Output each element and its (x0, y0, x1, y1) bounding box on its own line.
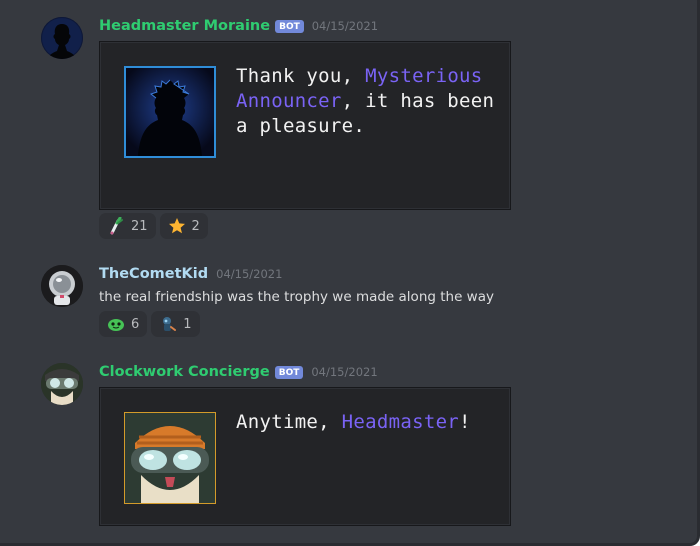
dialogue-card: Thank you, Mysterious Announcer, it has … (99, 41, 511, 210)
timestamp[interactable]: 04/15/2021 (216, 267, 282, 281)
chat-panel: Headmaster Moraine BOT 04/15/2021 Thank … (0, 0, 700, 546)
avatar[interactable] (41, 17, 83, 59)
username[interactable]: Headmaster Moraine (99, 18, 270, 34)
card-text-tail: ! (459, 411, 471, 433)
portrait-image (124, 66, 216, 158)
mention-headmaster: Headmaster (341, 411, 460, 433)
green-blob-emoji-icon (107, 315, 125, 333)
reaction-bar: 6 1 (99, 311, 200, 337)
username[interactable]: TheCometKid (99, 266, 208, 282)
reaction-bar: 21 2 (99, 213, 208, 239)
star-emoji-icon (168, 217, 186, 235)
goggles-avatar-icon (41, 363, 83, 405)
message-header: Headmaster Moraine BOT 04/15/2021 (99, 16, 378, 36)
leek-emoji-icon (107, 216, 125, 235)
avatar[interactable] (41, 363, 83, 405)
bot-tag: BOT (275, 19, 304, 33)
card-text-lead: Anytime, (236, 411, 342, 433)
reaction-green-blob[interactable]: 6 (99, 311, 148, 337)
helmet-avatar-icon (41, 265, 83, 307)
reaction-count: 21 (131, 218, 148, 234)
card-text: Thank you, Mysterious Announcer, it has … (236, 64, 496, 139)
reaction-star[interactable]: 2 (159, 213, 208, 239)
shadow-figure-icon (126, 68, 214, 156)
reaction-count: 6 (131, 316, 140, 332)
silhouette-avatar-icon (41, 17, 83, 59)
card-text: Anytime, Headmaster! (236, 410, 496, 435)
diver-emoji-icon (159, 315, 177, 333)
username[interactable]: Clockwork Concierge (99, 364, 270, 380)
message-header: Clockwork Concierge BOT 04/15/2021 (99, 362, 378, 382)
card-text-lead: Thank you, (236, 65, 366, 87)
message-headmaster-moraine: Headmaster Moraine BOT 04/15/2021 Thank … (0, 0, 697, 250)
timestamp[interactable]: 04/15/2021 (311, 365, 377, 379)
portrait-image (124, 412, 216, 504)
message-text: the real friendship was the trophy we ma… (99, 289, 494, 305)
goggled-character-icon (125, 413, 215, 503)
reaction-leek[interactable]: 21 (99, 213, 156, 239)
dialogue-card: Anytime, Headmaster! (99, 387, 511, 526)
reaction-count: 2 (191, 218, 200, 234)
avatar[interactable] (41, 265, 83, 307)
reaction-diver[interactable]: 1 (151, 311, 200, 337)
bot-tag: BOT (274, 365, 304, 379)
message-header: TheCometKid 04/15/2021 (99, 264, 282, 284)
reaction-count: 1 (183, 316, 192, 332)
timestamp[interactable]: 04/15/2021 (312, 19, 378, 33)
